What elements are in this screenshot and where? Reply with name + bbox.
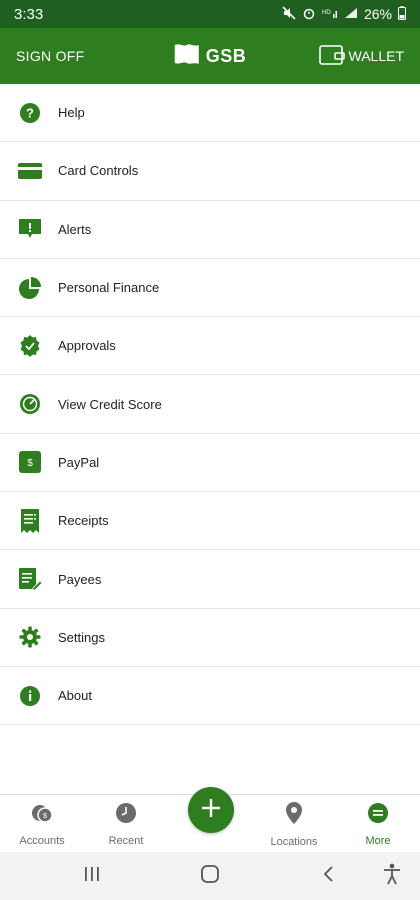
wallet-button[interactable]: WALLET xyxy=(318,43,405,70)
menu-item-paypal[interactable]: $ PayPal xyxy=(0,434,420,493)
svg-text:?: ? xyxy=(26,105,34,120)
alarm-icon xyxy=(302,6,316,23)
back-button[interactable] xyxy=(316,864,340,888)
menu-item-label: Card Controls xyxy=(58,163,139,179)
accessibility-button[interactable] xyxy=(380,863,404,890)
menu-item-settings[interactable]: Settings xyxy=(0,609,420,667)
gsb-flag-icon xyxy=(174,42,200,71)
card-icon xyxy=(18,159,42,183)
nav-label: Locations xyxy=(270,835,318,848)
status-bar: 3:33 HD 26% xyxy=(0,0,420,28)
menu-item-label: Approvals xyxy=(58,338,116,354)
menu-item-personal-finance[interactable]: Personal Finance xyxy=(0,259,420,318)
location-pin-icon xyxy=(285,801,303,830)
menu-item-payees[interactable]: Payees xyxy=(0,550,420,609)
gauge-icon xyxy=(18,392,42,416)
menu-item-alerts[interactable]: Alerts xyxy=(0,201,420,259)
brand-logo: GSB xyxy=(174,42,247,71)
info-icon xyxy=(18,684,42,708)
status-icons: HD xyxy=(282,5,358,23)
menu-item-label: About xyxy=(58,688,92,704)
add-button[interactable] xyxy=(188,787,234,833)
sign-off-button[interactable]: SIGN OFF xyxy=(16,48,319,64)
status-time: 3:33 xyxy=(14,5,44,23)
pie-chart-icon xyxy=(18,276,42,300)
menu-item-label: Settings xyxy=(58,629,105,645)
nav-label: Accounts xyxy=(19,834,65,847)
network-icon: HD xyxy=(322,6,338,22)
app-header: SIGN OFF GSB WALLET xyxy=(0,28,420,84)
accessibility-icon xyxy=(382,863,402,890)
svg-text:HD: HD xyxy=(322,10,331,16)
alert-icon xyxy=(18,217,42,241)
nav-label: Recent xyxy=(108,834,144,847)
menu-item-label: PayPal xyxy=(58,454,100,470)
menu-item-label: Help xyxy=(58,105,85,121)
nav-more[interactable]: More xyxy=(336,795,420,853)
nav-recent[interactable]: Recent xyxy=(84,795,168,853)
svg-text:$: $ xyxy=(27,458,33,469)
receipt-icon xyxy=(18,508,42,533)
menu-item-label: Alerts xyxy=(58,221,92,237)
system-nav-bar xyxy=(0,852,420,900)
approval-badge-icon xyxy=(18,334,42,358)
menu-item-label: Receipts xyxy=(58,513,109,529)
menu-item-label: Payees xyxy=(58,571,102,587)
nav-accounts[interactable]: $ Accounts xyxy=(0,795,84,853)
recent-apps-icon xyxy=(83,866,101,887)
menu-item-label: View Credit Score xyxy=(58,396,162,412)
mute-icon xyxy=(282,5,296,23)
brand-name: GSB xyxy=(205,45,247,66)
menu-item-about[interactable]: About xyxy=(0,667,420,726)
menu-item-approvals[interactable]: Approvals xyxy=(0,317,420,376)
svg-text:$: $ xyxy=(43,813,47,820)
menu-item-label: Personal Finance xyxy=(58,280,160,296)
plus-icon xyxy=(201,798,221,823)
help-icon: ? xyxy=(18,101,42,125)
status-right: HD 26% xyxy=(282,5,406,23)
accounts-icon: $ xyxy=(31,802,53,829)
paypal-icon: $ xyxy=(18,450,42,474)
payee-icon xyxy=(18,567,42,591)
clock-icon xyxy=(115,802,137,829)
signal-icon xyxy=(344,6,358,22)
nav-locations[interactable]: Locations xyxy=(252,795,336,853)
menu-item-card-controls[interactable]: Card Controls xyxy=(0,142,420,201)
nav-label: More xyxy=(365,834,391,847)
home-icon xyxy=(200,864,220,889)
home-button[interactable] xyxy=(198,864,222,888)
gear-icon xyxy=(18,625,42,649)
menu-item-view-credit-score[interactable]: View Credit Score xyxy=(0,375,420,434)
menu-item-receipts[interactable]: Receipts xyxy=(0,492,420,551)
battery-icon xyxy=(398,5,406,23)
wallet-label: WALLET xyxy=(348,48,405,64)
battery-percent: 26% xyxy=(363,6,392,22)
wallet-icon xyxy=(318,43,345,70)
more-menu-list: ? Help Card Controls Alerts Personal Fin… xyxy=(0,84,420,726)
menu-icon xyxy=(367,802,389,829)
menu-item-help[interactable]: ? Help xyxy=(0,84,420,143)
recent-apps-button[interactable] xyxy=(80,864,104,888)
back-icon xyxy=(321,865,335,888)
